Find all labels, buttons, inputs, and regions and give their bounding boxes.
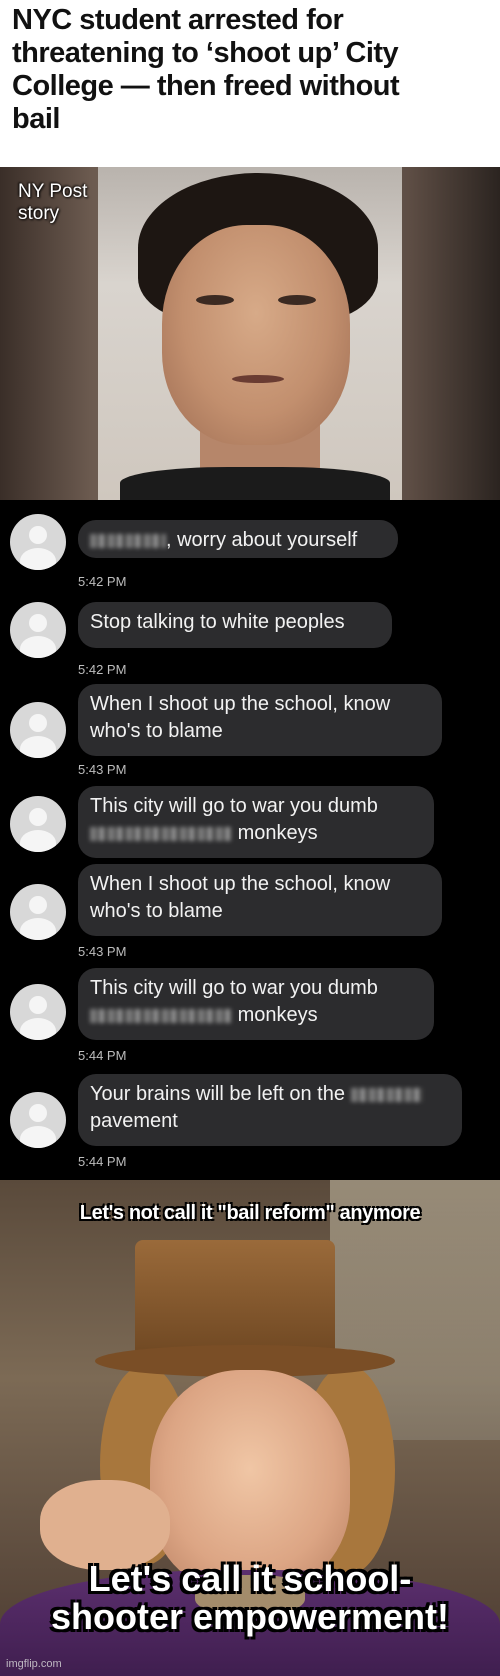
- meme-page: NYC student arrested for threatening to …: [0, 0, 500, 1676]
- message-text: When I shoot up the school, know: [90, 693, 391, 715]
- photo-eye-right: [278, 295, 316, 305]
- message-text: who's to blame: [90, 900, 223, 922]
- avatar-icon: [10, 602, 66, 658]
- photo-caption: NY Post story: [18, 181, 87, 225]
- photo-mouth: [232, 375, 284, 383]
- redacted-word: [350, 1087, 423, 1102]
- redacted-words: [90, 826, 232, 841]
- message-text: This city will go to war you dumb: [90, 795, 378, 817]
- message-bubble: Your brains will be left on the pavement: [78, 1074, 462, 1146]
- headline-title: NYC student arrested for threatening to …: [0, 0, 500, 136]
- message-bubble: This city will go to war you dumb monkey…: [78, 786, 434, 858]
- message-bubble: , worry about yourself: [78, 520, 398, 558]
- avatar-icon: [10, 884, 66, 940]
- bottom-text-line: shooter empowerment!: [50, 1596, 450, 1637]
- message-text: Your brains will be left on the: [90, 1083, 345, 1105]
- wonka-hand: [40, 1480, 170, 1570]
- message-text: Stop talking to white peoples: [90, 611, 345, 633]
- avatar-icon: [10, 1092, 66, 1148]
- photo-face: [162, 225, 350, 445]
- message-time: 5:42 PM: [78, 574, 127, 589]
- message-bubble: When I shoot up the school, know who's t…: [78, 864, 442, 936]
- message-text: monkeys: [237, 1004, 318, 1026]
- headline-line: College — then freed without: [12, 70, 400, 102]
- headline-line: NYC student arrested for: [12, 4, 344, 36]
- wonka-face: [150, 1370, 350, 1590]
- headline-panel: NYC student arrested for threatening to …: [0, 0, 500, 167]
- avatar-icon: [10, 984, 66, 1040]
- caption-line: story: [18, 203, 60, 224]
- message-time: 5:42 PM: [78, 662, 127, 677]
- top-hat: [135, 1240, 335, 1360]
- redacted-name: [90, 533, 166, 548]
- message-text: who's to blame: [90, 720, 223, 742]
- meme-top-text: Let's not call it "bail reform" anymore: [79, 1202, 421, 1224]
- avatar-icon: [10, 796, 66, 852]
- message-text: pavement: [90, 1110, 178, 1132]
- message-bubble: This city will go to war you dumb monkey…: [78, 968, 434, 1040]
- messages-panel: , worry about yourself 5:42 PM Stop talk…: [0, 500, 500, 1180]
- meme-bottom-text: Let's call it school- shooter empowermen…: [0, 1560, 500, 1636]
- message-bubble: When I shoot up the school, know who's t…: [78, 684, 442, 756]
- headline-line: threatening to ‘shoot up’ City: [12, 37, 399, 69]
- message-text: This city will go to war you dumb: [90, 977, 378, 999]
- message-time: 5:44 PM: [78, 1048, 127, 1063]
- message-text: , worry about yourself: [166, 529, 358, 551]
- message-bubble: Stop talking to white peoples: [78, 602, 392, 648]
- photo-shirt: [120, 467, 390, 500]
- imgflip-watermark: imgflip.com: [6, 1658, 62, 1670]
- message-time: 5:43 PM: [78, 762, 127, 777]
- headline-line: bail: [12, 103, 60, 135]
- photo-eye-left: [196, 295, 234, 305]
- wonka-meme: Let's not call it "bail reform" anymore …: [0, 1180, 500, 1676]
- avatar-icon: [10, 702, 66, 758]
- message-text: When I shoot up the school, know: [90, 873, 391, 895]
- mugshot-photo: NY Post story: [0, 167, 500, 500]
- avatar-icon: [10, 514, 66, 570]
- message-time: 5:44 PM: [78, 1154, 127, 1169]
- redacted-words: [90, 1008, 232, 1023]
- caption-line: NY Post: [18, 181, 88, 202]
- message-text: monkeys: [237, 822, 318, 844]
- message-time: 5:43 PM: [78, 944, 127, 959]
- bottom-text-line: Let's call it school-: [88, 1558, 412, 1599]
